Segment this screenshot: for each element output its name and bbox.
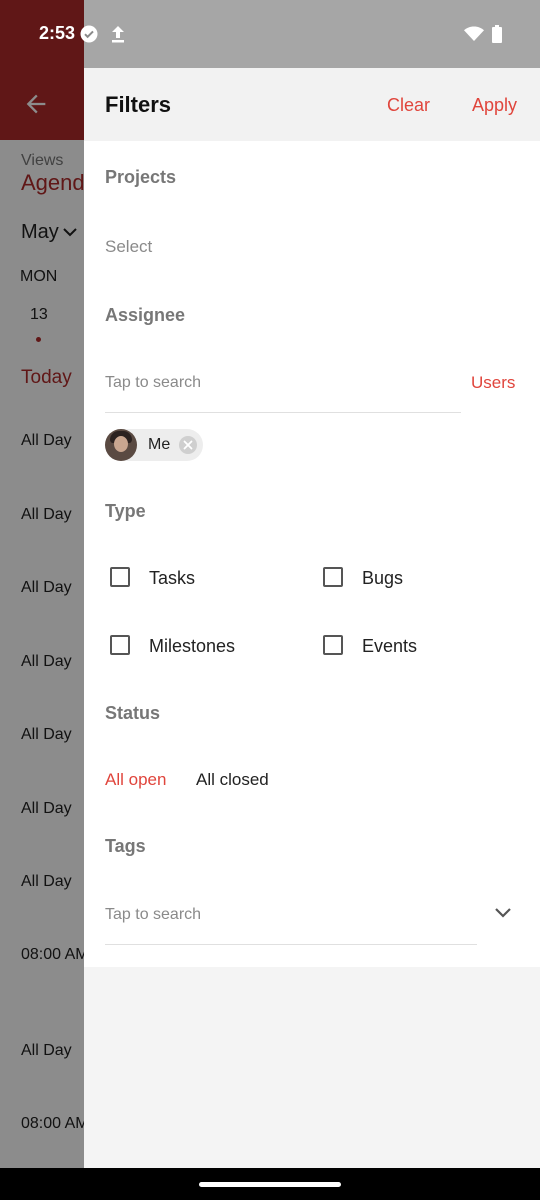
avatar bbox=[105, 429, 137, 461]
assignee-search-underline bbox=[105, 412, 461, 413]
status-all-open[interactable]: All open bbox=[105, 770, 166, 790]
home-gesture-handle[interactable] bbox=[199, 1182, 341, 1187]
filters-body: Projects Select Assignee Tap to search U… bbox=[84, 141, 540, 967]
status-bar: 2:53 bbox=[0, 0, 540, 68]
tags-search-underline bbox=[105, 944, 477, 945]
upload-icon bbox=[112, 26, 124, 43]
status-label: Status bbox=[105, 703, 161, 723]
users-link[interactable]: Users bbox=[471, 373, 515, 393]
clear-button[interactable]: Clear bbox=[387, 95, 430, 116]
status-time: 2:53 bbox=[39, 23, 76, 43]
status-all-closed[interactable]: All closed bbox=[196, 770, 269, 790]
assignee-search-input[interactable]: Tap to search bbox=[105, 374, 201, 392]
navigation-bar bbox=[0, 1168, 540, 1200]
events-checkbox[interactable] bbox=[323, 635, 343, 655]
bugs-checkbox[interactable] bbox=[323, 567, 343, 587]
battery-icon bbox=[492, 25, 502, 43]
events-checkbox-label: Events bbox=[362, 636, 418, 656]
tasks-checkbox[interactable] bbox=[110, 567, 130, 587]
remove-chip-icon[interactable] bbox=[178, 435, 198, 455]
assignee-label: Assignee bbox=[105, 305, 186, 325]
projects-label: Projects bbox=[105, 167, 177, 187]
bugs-checkbox-label: Bugs bbox=[362, 568, 404, 588]
milestones-checkbox[interactable] bbox=[110, 635, 130, 655]
milestones-checkbox-label: Milestones bbox=[149, 636, 236, 656]
assignee-chip: Me bbox=[105, 429, 203, 461]
tags-search-input[interactable]: Tap to search bbox=[105, 906, 201, 924]
tasks-checkbox-label: Tasks bbox=[149, 568, 196, 588]
check-circle-icon bbox=[80, 25, 98, 43]
filters-drawer: Filters Clear Apply Projects Select Assi… bbox=[84, 0, 540, 1168]
filters-header: Filters Clear Apply bbox=[84, 68, 540, 141]
chevron-down-icon[interactable] bbox=[494, 907, 512, 919]
wifi-icon bbox=[464, 26, 484, 41]
apply-button[interactable]: Apply bbox=[472, 95, 517, 116]
tags-label: Tags bbox=[105, 836, 146, 856]
chip-label: Me bbox=[148, 436, 171, 453]
type-label: Type bbox=[105, 501, 146, 521]
filters-title: Filters bbox=[105, 92, 172, 117]
projects-select[interactable]: Select bbox=[105, 237, 152, 257]
